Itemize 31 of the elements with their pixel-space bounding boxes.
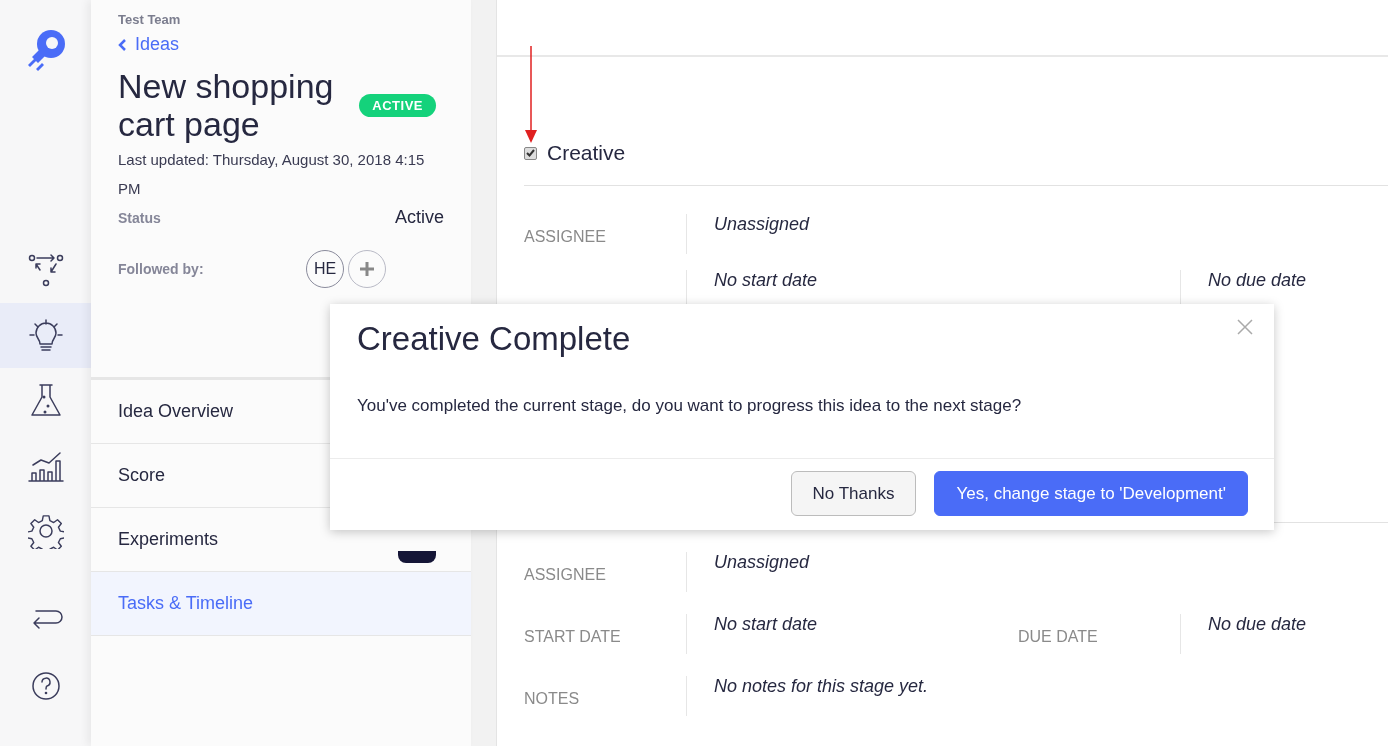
no-thanks-button[interactable]: No Thanks bbox=[790, 471, 917, 516]
followed-by-label: Followed by: bbox=[118, 261, 205, 277]
field-value[interactable]: Unassigned bbox=[714, 552, 810, 572]
workflow-icon[interactable] bbox=[27, 252, 64, 289]
field-label: NOTES bbox=[524, 689, 581, 708]
field-label: ASSIGNEE bbox=[524, 565, 607, 584]
field-value[interactable]: Unassigned bbox=[714, 214, 810, 234]
back-link[interactable]: Ideas bbox=[118, 34, 180, 55]
settings-icon[interactable] bbox=[27, 512, 64, 549]
nav-item[interactable]: Tasks & Timeline bbox=[91, 572, 471, 636]
field-value[interactable]: No notes for this stage yet. bbox=[714, 676, 929, 696]
lightbulb-icon[interactable] bbox=[27, 317, 64, 354]
dialog-title: Creative Complete bbox=[357, 320, 631, 359]
plus-icon bbox=[359, 261, 375, 277]
status-value: Active bbox=[394, 207, 444, 228]
team-name: Test Team bbox=[118, 12, 181, 27]
field-label: ASSIGNEE bbox=[524, 227, 607, 246]
confirm-button[interactable]: Yes, change stage to 'Development' bbox=[934, 471, 1248, 516]
status-label: Status bbox=[118, 209, 161, 226]
field-label: DUE DATE bbox=[1018, 627, 1099, 646]
idea-title: New shopping cart page bbox=[118, 67, 335, 143]
status-badge: ACTIVE bbox=[359, 93, 436, 117]
field-label: START DATE bbox=[524, 627, 622, 646]
field-value[interactable]: No start date bbox=[714, 270, 818, 290]
chevron-left-icon bbox=[118, 38, 127, 51]
last-updated: Last updated: Thursday, August 30, 2018 4:15 PM bbox=[118, 150, 426, 199]
stage-name: Creative bbox=[547, 141, 626, 165]
field-value[interactable]: No due date bbox=[1208, 270, 1307, 290]
field-value[interactable]: No due date bbox=[1208, 614, 1307, 634]
stage-checkbox[interactable] bbox=[524, 146, 537, 160]
field-value[interactable]: No start date bbox=[714, 614, 818, 634]
